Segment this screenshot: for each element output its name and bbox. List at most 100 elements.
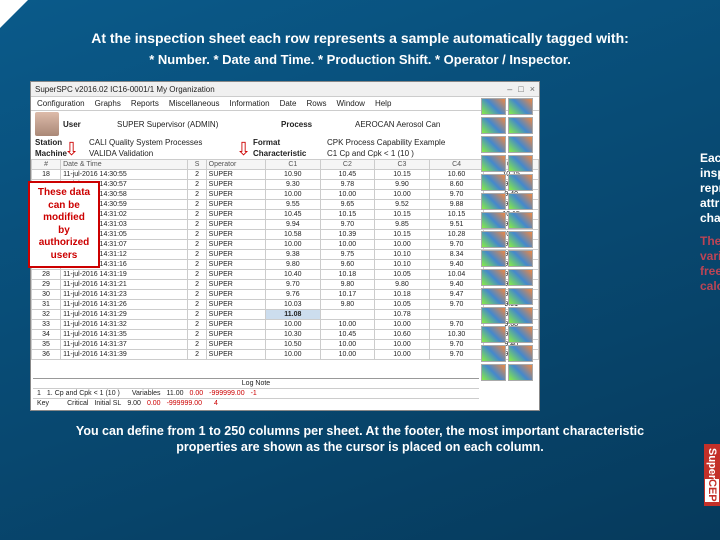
grid-cell[interactable]: 2 bbox=[188, 260, 206, 270]
grid-cell[interactable]: 9.80 bbox=[320, 280, 375, 290]
grid-cell[interactable]: 2 bbox=[188, 320, 206, 330]
grid-cell[interactable]: 10.00 bbox=[375, 190, 430, 200]
grid-cell[interactable]: 31 bbox=[32, 300, 61, 310]
grid-cell[interactable]: 2 bbox=[188, 250, 206, 260]
table-row[interactable]: 2211-jul-2016 14:31:022SUPER10.4510.1510… bbox=[32, 210, 539, 220]
grid-cell[interactable]: 10.45 bbox=[320, 170, 375, 180]
grid-cell[interactable] bbox=[429, 310, 484, 320]
grid-cell[interactable]: SUPER bbox=[206, 280, 265, 290]
grid-cell[interactable]: 10.00 bbox=[320, 320, 375, 330]
chart-icon[interactable] bbox=[508, 117, 533, 134]
grid-cell[interactable]: 8.60 bbox=[429, 180, 484, 190]
menu-item[interactable]: Miscellaneous bbox=[169, 99, 220, 108]
chart-icon[interactable] bbox=[481, 307, 506, 324]
grid-cell[interactable]: 34 bbox=[32, 330, 61, 340]
grid-cell[interactable]: 10.00 bbox=[266, 350, 321, 360]
grid-cell[interactable]: 11-jul-2016 14:31:35 bbox=[61, 330, 188, 340]
grid-cell[interactable]: 10.60 bbox=[375, 330, 430, 340]
grid-cell[interactable]: 9.76 bbox=[266, 290, 321, 300]
grid-cell[interactable]: 10.18 bbox=[375, 290, 430, 300]
grid-cell[interactable]: 2 bbox=[188, 220, 206, 230]
chart-icon[interactable] bbox=[481, 98, 506, 115]
chart-icon[interactable] bbox=[481, 345, 506, 362]
grid-cell[interactable]: 10.30 bbox=[429, 330, 484, 340]
chart-icon[interactable] bbox=[508, 231, 533, 248]
table-row[interactable]: 1811-jul-2016 14:30:552SUPER10.9010.4510… bbox=[32, 170, 539, 180]
grid-cell[interactable]: 30 bbox=[32, 290, 61, 300]
chart-icon[interactable] bbox=[508, 307, 533, 324]
grid-cell[interactable]: 9.38 bbox=[266, 250, 321, 260]
grid-cell[interactable]: 9.65 bbox=[320, 200, 375, 210]
menu-item[interactable]: Rows bbox=[306, 99, 326, 108]
grid-cell[interactable]: SUPER bbox=[206, 210, 265, 220]
grid-cell[interactable]: 9.47 bbox=[429, 290, 484, 300]
grid-cell[interactable]: 9.30 bbox=[266, 180, 321, 190]
grid-cell[interactable]: 9.70 bbox=[429, 340, 484, 350]
grid-cell[interactable]: 10.45 bbox=[320, 330, 375, 340]
chart-icon[interactable] bbox=[481, 231, 506, 248]
chart-icon[interactable] bbox=[508, 136, 533, 153]
chart-icon[interactable] bbox=[508, 269, 533, 286]
grid-cell[interactable]: 10.58 bbox=[266, 230, 321, 240]
table-row[interactable]: 2411-jul-2016 14:31:052SUPER10.5810.3910… bbox=[32, 230, 539, 240]
grid-cell[interactable]: 10.04 bbox=[429, 270, 484, 280]
chart-icon[interactable] bbox=[481, 174, 506, 191]
chart-icon[interactable] bbox=[481, 250, 506, 267]
grid-cell[interactable]: 10.60 bbox=[429, 170, 484, 180]
table-row[interactable]: 3111-jul-2016 14:31:262SUPER10.039.8010.… bbox=[32, 300, 539, 310]
grid-cell[interactable]: 2 bbox=[188, 280, 206, 290]
grid-cell[interactable]: 9.80 bbox=[320, 300, 375, 310]
grid-cell[interactable]: SUPER bbox=[206, 350, 265, 360]
grid-cell[interactable]: 9.80 bbox=[266, 260, 321, 270]
column-header[interactable]: # bbox=[32, 160, 61, 170]
grid-cell[interactable]: 10.00 bbox=[266, 190, 321, 200]
grid-cell[interactable]: 2 bbox=[188, 330, 206, 340]
grid-cell[interactable]: 10.00 bbox=[375, 340, 430, 350]
grid-cell[interactable]: 10.45 bbox=[266, 210, 321, 220]
grid-cell[interactable]: 9.70 bbox=[429, 300, 484, 310]
table-row[interactable]: 2911-jul-2016 14:31:212SUPER9.709.809.80… bbox=[32, 280, 539, 290]
table-row[interactable]: 2311-jul-2016 14:31:032SUPER9.949.709.85… bbox=[32, 220, 539, 230]
grid-cell[interactable]: 2 bbox=[188, 350, 206, 360]
grid-cell[interactable]: 10.18 bbox=[320, 270, 375, 280]
grid-cell[interactable]: 9.70 bbox=[429, 240, 484, 250]
grid-cell[interactable]: 2 bbox=[188, 270, 206, 280]
grid-cell[interactable]: SUPER bbox=[206, 170, 265, 180]
grid-cell[interactable]: 10.00 bbox=[320, 190, 375, 200]
menu-item[interactable]: Graphs bbox=[95, 99, 121, 108]
grid-cell[interactable]: 11-jul-2016 14:31:39 bbox=[61, 350, 188, 360]
chart-icon[interactable] bbox=[481, 288, 506, 305]
grid-cell[interactable]: 10.17 bbox=[320, 290, 375, 300]
grid-cell[interactable]: 2 bbox=[188, 290, 206, 300]
table-row[interactable]: 3011-jul-2016 14:31:232SUPER9.7610.1710.… bbox=[32, 290, 539, 300]
grid-cell[interactable]: SUPER bbox=[206, 240, 265, 250]
close-icon[interactable]: × bbox=[530, 84, 535, 94]
grid-cell[interactable]: 9.75 bbox=[320, 250, 375, 260]
grid-cell[interactable]: 10.05 bbox=[375, 270, 430, 280]
grid-cell[interactable]: 11-jul-2016 14:30:55 bbox=[61, 170, 188, 180]
chart-icon[interactable] bbox=[481, 364, 506, 381]
menu-item[interactable]: Date bbox=[280, 99, 297, 108]
grid-cell[interactable]: 29 bbox=[32, 280, 61, 290]
grid-cell[interactable]: 10.00 bbox=[375, 320, 430, 330]
grid-cell[interactable]: SUPER bbox=[206, 230, 265, 240]
grid-cell[interactable]: 2 bbox=[188, 170, 206, 180]
column-header[interactable]: C3 bbox=[375, 160, 430, 170]
grid-cell[interactable]: 10.00 bbox=[375, 350, 430, 360]
chart-icon[interactable] bbox=[508, 193, 533, 210]
grid-cell[interactable]: SUPER bbox=[206, 270, 265, 280]
grid-cell[interactable]: 10.39 bbox=[320, 230, 375, 240]
grid-cell[interactable]: 9.90 bbox=[375, 180, 430, 190]
grid-cell[interactable]: 36 bbox=[32, 350, 61, 360]
grid-cell[interactable]: 9.70 bbox=[429, 190, 484, 200]
grid-cell[interactable]: 10.10 bbox=[375, 250, 430, 260]
grid-cell[interactable]: 10.15 bbox=[375, 170, 430, 180]
grid-cell[interactable]: 9.55 bbox=[266, 200, 321, 210]
column-header[interactable]: C4 bbox=[429, 160, 484, 170]
chart-icon[interactable] bbox=[481, 212, 506, 229]
grid-cell[interactable]: 11-jul-2016 14:31:29 bbox=[61, 310, 188, 320]
grid-cell[interactable]: 35 bbox=[32, 340, 61, 350]
grid-cell[interactable]: 11-jul-2016 14:31:21 bbox=[61, 280, 188, 290]
table-row[interactable]: 3211-jul-2016 14:31:292SUPER11.0810.789.… bbox=[32, 310, 539, 320]
column-header[interactable]: C2 bbox=[320, 160, 375, 170]
